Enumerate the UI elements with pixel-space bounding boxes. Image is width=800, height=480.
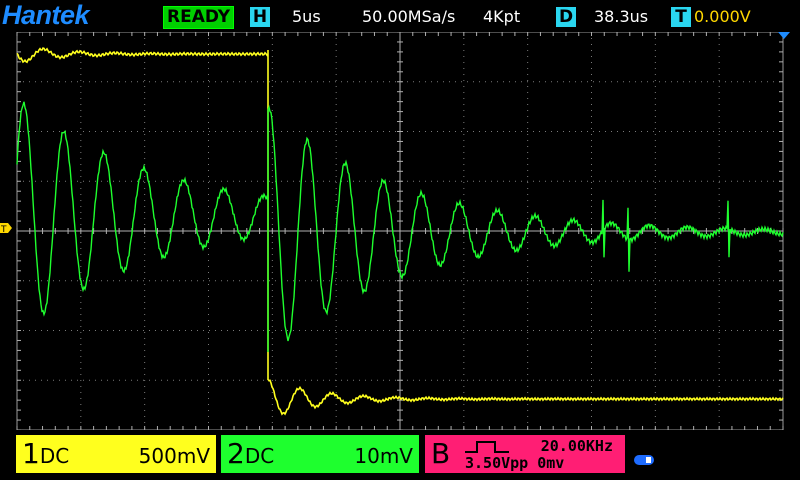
timebase-value: 5us — [292, 7, 321, 26]
delay-tag[interactable]: D — [556, 7, 576, 27]
trigger-tag[interactable]: T — [671, 7, 691, 27]
channel-1-box[interactable]: 1DC 500mV — [16, 435, 216, 473]
generator-label: B — [431, 437, 451, 470]
usb-icon — [634, 455, 654, 465]
bottom-info-bar: 1DC 500mV 2DC 10mV B 20.00KHz 3.50Vpp 0m… — [0, 435, 800, 475]
trigger-level-value: 0.000V — [694, 7, 751, 26]
trigger-position-marker[interactable] — [778, 32, 790, 39]
generator-box[interactable]: B 20.00KHz 3.50Vpp 0mv — [425, 435, 625, 473]
delay-value: 38.3us — [594, 7, 649, 26]
channel-2-scale: 10mV — [354, 444, 413, 468]
square-wave-icon — [465, 441, 509, 453]
waveform-svg: T — [0, 31, 790, 431]
svg-text:T: T — [0, 225, 7, 235]
channel-1-label: 1DC — [22, 437, 70, 470]
horizontal-tag[interactable]: H — [250, 7, 270, 27]
waveform-display[interactable]: T — [0, 31, 800, 431]
brand-logo: Hantek — [2, 0, 90, 30]
channel-2-label: 2DC — [227, 437, 275, 470]
trigger-level-marker[interactable]: T — [0, 223, 12, 235]
top-status-bar: Hantek READY H 5us 50.00MSa/s 4Kpt D 38.… — [0, 0, 800, 32]
generator-amplitude-offset: 3.50Vpp 0mv — [465, 454, 565, 472]
run-status-badge[interactable]: READY — [163, 6, 235, 29]
memory-depth-value: 4Kpt — [483, 7, 521, 26]
generator-frequency: 20.00KHz — [540, 437, 613, 455]
channel-1-scale: 500mV — [138, 444, 210, 468]
channel-2-box[interactable]: 2DC 10mV — [221, 435, 419, 473]
sample-rate-value: 50.00MSa/s — [362, 7, 456, 26]
